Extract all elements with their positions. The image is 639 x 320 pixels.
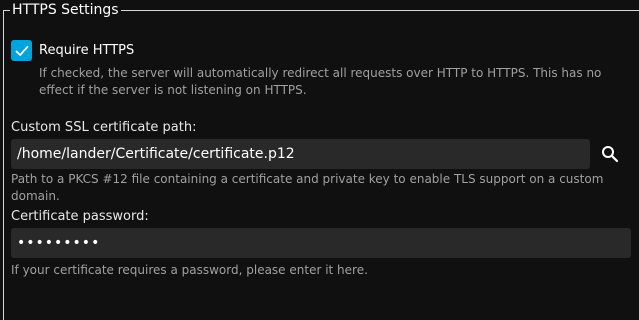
cert-password-help: If your certificate requires a password,… [11,263,368,277]
browse-button[interactable] [595,139,625,169]
cert-path-label: Custom SSL certificate path: [11,120,197,135]
section-title: HTTPS Settings [10,1,121,19]
cert-password-input[interactable] [11,228,631,258]
require-https-checkbox[interactable] [11,40,32,61]
require-https-help: If checked, the server will automaticall… [39,66,602,97]
cert-password-label: Certificate password: [11,209,149,224]
require-https-label[interactable]: Require HTTPS [39,42,134,59]
cert-path-input[interactable] [11,139,590,169]
checkmark-icon [15,45,28,56]
search-icon [602,146,619,163]
cert-path-help: Path to a PKCS #12 file containing a cer… [11,172,604,203]
